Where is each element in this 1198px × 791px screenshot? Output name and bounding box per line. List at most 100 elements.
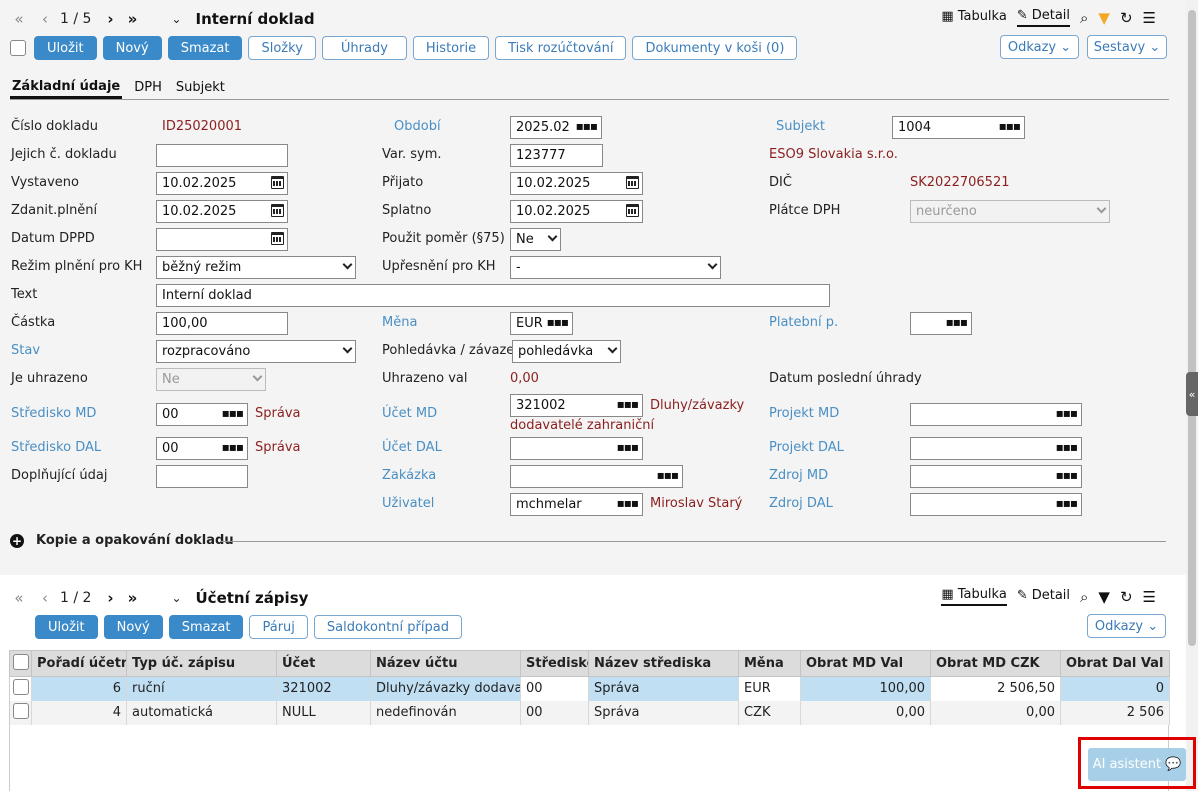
var-sym-field[interactable]: 123777 xyxy=(510,144,603,167)
table-row[interactable]: 4 automatická NULL nedefinován 00 Správa… xyxy=(9,700,1170,725)
more-icon[interactable]: ▪▪▪ xyxy=(1056,406,1078,420)
source-dal-field[interactable]: ▪▪▪ xyxy=(910,493,1082,516)
links-button[interactable]: Odkazy ⌄ xyxy=(1000,35,1079,59)
payment-method-label[interactable]: Platební p. xyxy=(769,315,838,330)
payment-method-field[interactable]: ▪▪▪ xyxy=(910,312,972,335)
select-all-header[interactable] xyxy=(9,650,32,677)
their-doc-field[interactable] xyxy=(156,144,288,167)
more-icon[interactable]: ▪▪▪ xyxy=(617,496,639,510)
column-header[interactable]: Měna xyxy=(738,650,801,677)
subject-label[interactable]: Subjekt xyxy=(776,119,825,134)
account-md-label[interactable]: Účet MD xyxy=(382,406,437,421)
tab-vat[interactable]: DPH xyxy=(132,80,164,99)
ai-assistant-button[interactable]: AI asistent 💬 xyxy=(1088,748,1186,781)
select-checkbox[interactable] xyxy=(10,40,26,56)
center-md-field[interactable]: 00 ▪▪▪ xyxy=(156,403,248,426)
grid-cell[interactable]: Dluhy/závazky dodava... xyxy=(370,676,521,701)
account-md-field[interactable]: 321002 ▪▪▪ xyxy=(510,394,643,417)
kh-spec-select[interactable]: - xyxy=(510,256,721,279)
reports-button[interactable]: Sestavy ⌄ xyxy=(1087,35,1167,59)
history-button[interactable]: Historie xyxy=(412,36,490,60)
user-label[interactable]: Uživatel xyxy=(382,496,434,511)
source-md-label[interactable]: Zdroj MD xyxy=(769,468,828,483)
last-record-icon[interactable]: » xyxy=(121,10,143,28)
more-icon[interactable]: ▪▪▪ xyxy=(617,440,639,454)
more-icon[interactable]: ▪▪▪ xyxy=(1056,440,1078,454)
row-select-cell[interactable] xyxy=(9,700,32,725)
user-field[interactable]: mchmelar ▪▪▪ xyxy=(510,493,643,516)
column-header[interactable]: Název střediska xyxy=(588,650,739,677)
pair-button[interactable]: Páruj xyxy=(249,615,308,639)
row-checkbox[interactable] xyxy=(12,678,29,695)
grid-cell[interactable]: automatická xyxy=(126,700,277,725)
grid-cell[interactable]: Správa xyxy=(588,676,739,701)
grid-cell[interactable]: 100,00 xyxy=(800,676,931,701)
more-icon[interactable]: ▪▪▪ xyxy=(222,406,244,420)
search-icon[interactable]: ⌕ xyxy=(1080,588,1088,606)
grid-cell[interactable]: 0,00 xyxy=(800,700,931,725)
side-panel-handle[interactable]: « xyxy=(1186,372,1198,416)
tab-table-view[interactable]: ▦ Tabulka xyxy=(941,587,1007,606)
column-header[interactable]: Účet xyxy=(276,650,371,677)
balance-case-button[interactable]: Saldokontní případ xyxy=(313,615,462,639)
taxable-date-field[interactable]: 10.02.2025 xyxy=(156,200,288,223)
grid-cell[interactable]: nedefinován xyxy=(370,700,521,725)
received-date-field[interactable]: 10.02.2025 xyxy=(510,172,643,195)
entries-new-button[interactable]: Nový xyxy=(103,615,163,639)
project-md-label[interactable]: Projekt MD xyxy=(769,406,839,421)
grid-cell[interactable]: 00 xyxy=(520,676,589,701)
calendar-icon[interactable] xyxy=(271,204,284,217)
status-select[interactable]: rozpracováno xyxy=(156,340,356,363)
previous-record-icon[interactable]: ‹ xyxy=(34,589,56,607)
dppd-date-field[interactable] xyxy=(156,228,288,251)
center-dal-label[interactable]: Středisko DAL xyxy=(11,440,101,455)
order-label[interactable]: Zakázka xyxy=(382,468,436,483)
source-md-field[interactable]: ▪▪▪ xyxy=(910,465,1082,488)
grid-cell[interactable]: Správa xyxy=(588,700,739,725)
menu-icon[interactable]: ☰ xyxy=(1143,9,1156,27)
first-record-icon[interactable]: « xyxy=(8,10,30,28)
grid-cell[interactable]: 0,00 xyxy=(930,700,1061,725)
delete-button[interactable]: Smazat xyxy=(167,36,243,60)
column-header[interactable]: Název účtu xyxy=(370,650,521,677)
payments-button[interactable]: Úhrady xyxy=(321,36,407,60)
more-icon[interactable]: ▪▪▪ xyxy=(576,119,598,133)
tab-basic-data[interactable]: Základní údaje xyxy=(10,79,123,99)
more-icon[interactable]: ▪▪▪ xyxy=(1056,496,1078,510)
column-header[interactable]: Obrat Dal Val xyxy=(1060,650,1170,677)
grid-cell[interactable]: ruční xyxy=(126,676,277,701)
new-button[interactable]: Nový xyxy=(102,36,162,60)
first-record-icon[interactable]: « xyxy=(8,589,30,607)
order-field[interactable]: ▪▪▪ xyxy=(510,465,683,488)
table-row[interactable]: 6 ruční 321002 Dluhy/závazky dodava... 0… xyxy=(9,676,1170,701)
entries-delete-button[interactable]: Smazat xyxy=(168,615,244,639)
calendar-icon[interactable] xyxy=(271,232,284,245)
account-dal-field[interactable]: ▪▪▪ xyxy=(510,437,643,460)
next-record-icon[interactable]: › xyxy=(99,10,121,28)
print-allocation-button[interactable]: Tisk rozúčtování xyxy=(495,36,627,60)
folders-button[interactable]: Složky xyxy=(248,36,316,60)
refresh-icon[interactable]: ↻ xyxy=(1120,588,1133,606)
grid-cell[interactable]: 0 xyxy=(1060,676,1170,701)
kh-mode-select[interactable]: běžný režim xyxy=(156,256,356,279)
grid-cell[interactable]: 00 xyxy=(520,700,589,725)
issued-date-field[interactable]: 10.02.2025 xyxy=(156,172,288,195)
column-header[interactable]: Středisko xyxy=(520,650,589,677)
more-icon[interactable]: ▪▪▪ xyxy=(222,440,244,454)
center-md-label[interactable]: Středisko MD xyxy=(11,406,96,421)
status-label[interactable]: Stav xyxy=(11,343,40,358)
grid-cell[interactable]: 2 506 xyxy=(1060,700,1170,725)
ratio-select[interactable]: Ne xyxy=(510,228,561,251)
more-icon[interactable]: ▪▪▪ xyxy=(1056,468,1078,482)
more-icon[interactable]: ▪▪▪ xyxy=(999,119,1021,133)
more-icon[interactable]: ▪▪▪ xyxy=(617,397,639,411)
save-button[interactable]: Uložit xyxy=(34,36,97,60)
calendar-icon[interactable] xyxy=(626,204,639,217)
entries-links-button[interactable]: Odkazy ⌄ xyxy=(1087,614,1166,638)
grid-cell[interactable]: CZK xyxy=(738,700,801,725)
grid-cell[interactable]: NULL xyxy=(276,700,371,725)
more-icon[interactable]: ▪▪▪ xyxy=(657,468,679,482)
project-dal-field[interactable]: ▪▪▪ xyxy=(910,437,1082,460)
text-field[interactable]: Interní doklad xyxy=(156,284,830,307)
tab-table-view[interactable]: ▦ Tabulka xyxy=(941,9,1006,26)
